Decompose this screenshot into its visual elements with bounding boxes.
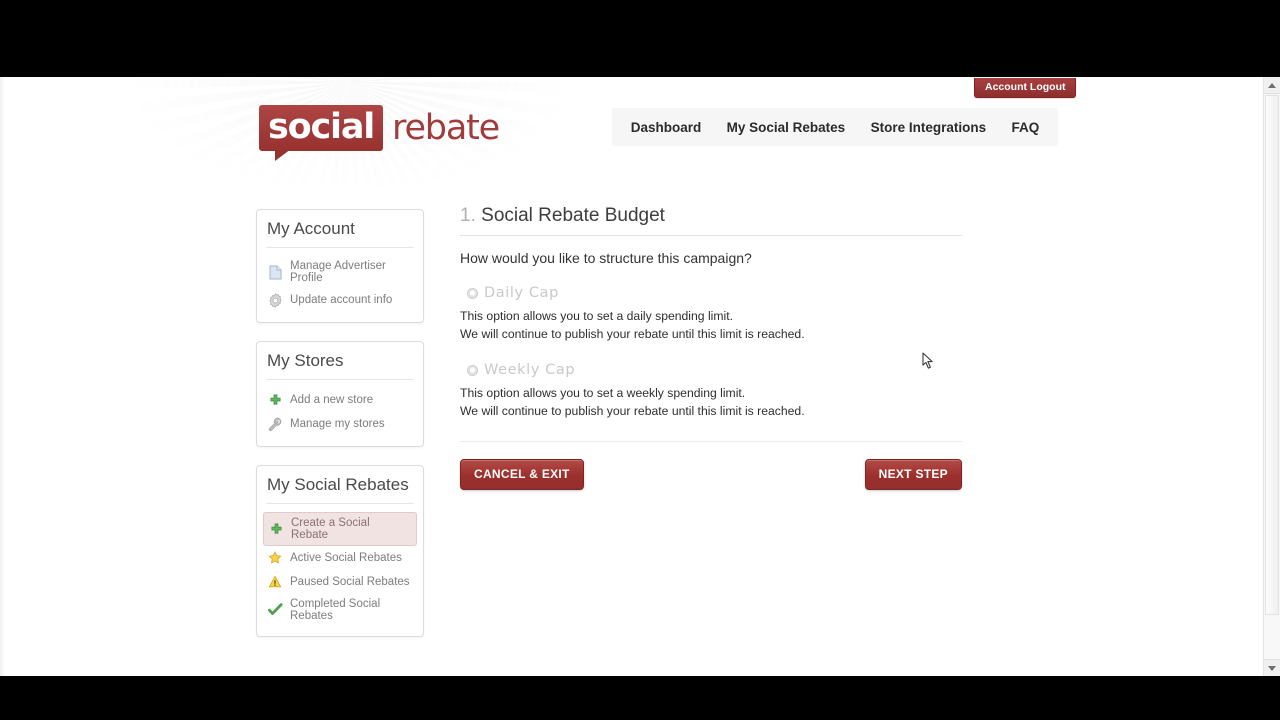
option-daily-cap: Daily Cap This option allows you to set …	[460, 285, 962, 343]
cancel-and-exit-button[interactable]: CANCEL & EXIT	[460, 459, 584, 490]
letterbox-bottom-bar	[0, 676, 1280, 720]
site-logo[interactable]: social rebate	[259, 105, 500, 161]
sidebar-item-manage-advertiser-profile[interactable]: Manage Advertiser Profile	[257, 256, 423, 288]
scrollbar-up-arrow-icon[interactable]	[1264, 77, 1280, 94]
campaign-structure-question: How would you like to structure this cam…	[460, 250, 752, 266]
check-icon	[267, 602, 283, 618]
page-title: 1. Social Rebate Budget	[460, 205, 962, 235]
title-divider	[460, 235, 962, 236]
next-step-button[interactable]: NEXT STEP	[864, 459, 962, 490]
option-weekly-cap: Weekly Cap This option allows you to set…	[460, 362, 962, 420]
sidebar-item-update-account-info[interactable]: Update account info	[257, 288, 423, 312]
option-desc-line: We will continue to publish your rebate …	[460, 326, 805, 341]
sidebar-item-label: Add a new store	[290, 394, 374, 406]
option-desc-line: This option allows you to set a weekly s…	[460, 386, 746, 400]
option-weekly-cap-label: Weekly Cap	[484, 362, 576, 378]
panel-divider	[266, 247, 414, 248]
radio-weekly-cap[interactable]	[467, 364, 478, 376]
panel-divider	[266, 379, 414, 380]
panel-title-my-social-rebates: My Social Rebates	[267, 475, 409, 494]
page-scrollbar[interactable]	[1263, 77, 1280, 676]
plus-icon	[267, 392, 283, 408]
main-navigation: Dashboard My Social Rebates Store Integr…	[612, 108, 1058, 146]
plus-icon	[268, 521, 284, 537]
warning-icon	[267, 574, 283, 590]
screen: Account Logout social rebate Dashboard M…	[0, 0, 1280, 720]
radio-daily-cap[interactable]	[467, 287, 478, 299]
nav-item-faq[interactable]: FAQ	[1004, 114, 1048, 141]
gear-icon	[267, 292, 283, 308]
sidebar-item-label: Manage my stores	[290, 418, 385, 430]
nav-item-store-integrations[interactable]: Store Integrations	[863, 114, 995, 141]
sidebar-item-manage-my-stores[interactable]: Manage my stores	[257, 412, 423, 436]
option-daily-cap-label: Daily Cap	[484, 285, 559, 301]
letterbox-top-bar	[0, 0, 1280, 77]
logo-word-social: social	[268, 107, 375, 147]
option-desc-line: We will continue to publish your rebate …	[460, 403, 805, 418]
sidebar: My Account Manage Advertiser Profile Upd…	[256, 209, 424, 655]
sidebar-item-label: Update account info	[290, 294, 393, 306]
main-content: 1. Social Rebate Budget How would you li…	[460, 205, 962, 490]
logo-word-rebate: rebate	[392, 108, 500, 148]
panel-title-my-account: My Account	[267, 219, 355, 238]
option-desc-line: This option allows you to set a daily sp…	[460, 309, 734, 323]
page-left-edge	[0, 77, 5, 676]
star-icon	[267, 550, 283, 566]
step-number: 1.	[460, 205, 476, 226]
sidebar-item-paused-social-rebates[interactable]: Paused Social Rebates	[257, 570, 423, 594]
sidebar-item-label: Completed Social Rebates	[290, 598, 381, 622]
account-logout-button[interactable]: Account Logout	[974, 78, 1077, 98]
logo-bubble-icon: social	[259, 105, 384, 161]
panel-title-my-stores: My Stores	[267, 351, 344, 370]
option-weekly-cap-header[interactable]: Weekly Cap	[467, 362, 962, 378]
sidebar-item-label: Manage Advertiser Profile	[290, 260, 386, 284]
option-daily-cap-description: This option allows you to set a daily sp…	[460, 308, 962, 343]
sidebar-item-active-social-rebates[interactable]: Active Social Rebates	[257, 546, 423, 570]
sidebar-item-label: Active Social Rebates	[290, 552, 402, 564]
sidebar-panel-my-social-rebates: My Social Rebates Create a Social Rebate…	[256, 465, 424, 637]
sidebar-item-completed-social-rebates[interactable]: Completed Social Rebates	[257, 594, 423, 626]
form-actions: CANCEL & EXIT NEXT STEP	[460, 441, 962, 490]
option-daily-cap-header[interactable]: Daily Cap	[467, 285, 962, 301]
nav-item-dashboard[interactable]: Dashboard	[623, 114, 710, 141]
browser-viewport: Account Logout social rebate Dashboard M…	[0, 77, 1280, 676]
sidebar-item-label: Paused Social Rebates	[290, 576, 410, 588]
panel-divider	[266, 503, 414, 504]
nav-item-my-social-rebates[interactable]: My Social Rebates	[719, 114, 854, 141]
sidebar-item-add-a-new-store[interactable]: Add a new store	[257, 388, 423, 412]
sidebar-panel-my-account: My Account Manage Advertiser Profile Upd…	[256, 209, 424, 323]
option-weekly-cap-description: This option allows you to set a weekly s…	[460, 385, 962, 420]
sidebar-item-label: Create a Social Rebate	[291, 517, 370, 541]
page-title-text: Social Rebate Budget	[481, 205, 665, 226]
scrollbar-down-arrow-icon[interactable]	[1264, 659, 1280, 676]
wrench-icon	[267, 416, 283, 432]
sidebar-item-create-a-social-rebate[interactable]: Create a Social Rebate	[263, 512, 417, 546]
document-icon	[267, 264, 283, 280]
sidebar-panel-my-stores: My Stores Add a new store Manage my stor…	[256, 341, 424, 447]
scrollbar-thumb[interactable]	[1265, 95, 1279, 615]
